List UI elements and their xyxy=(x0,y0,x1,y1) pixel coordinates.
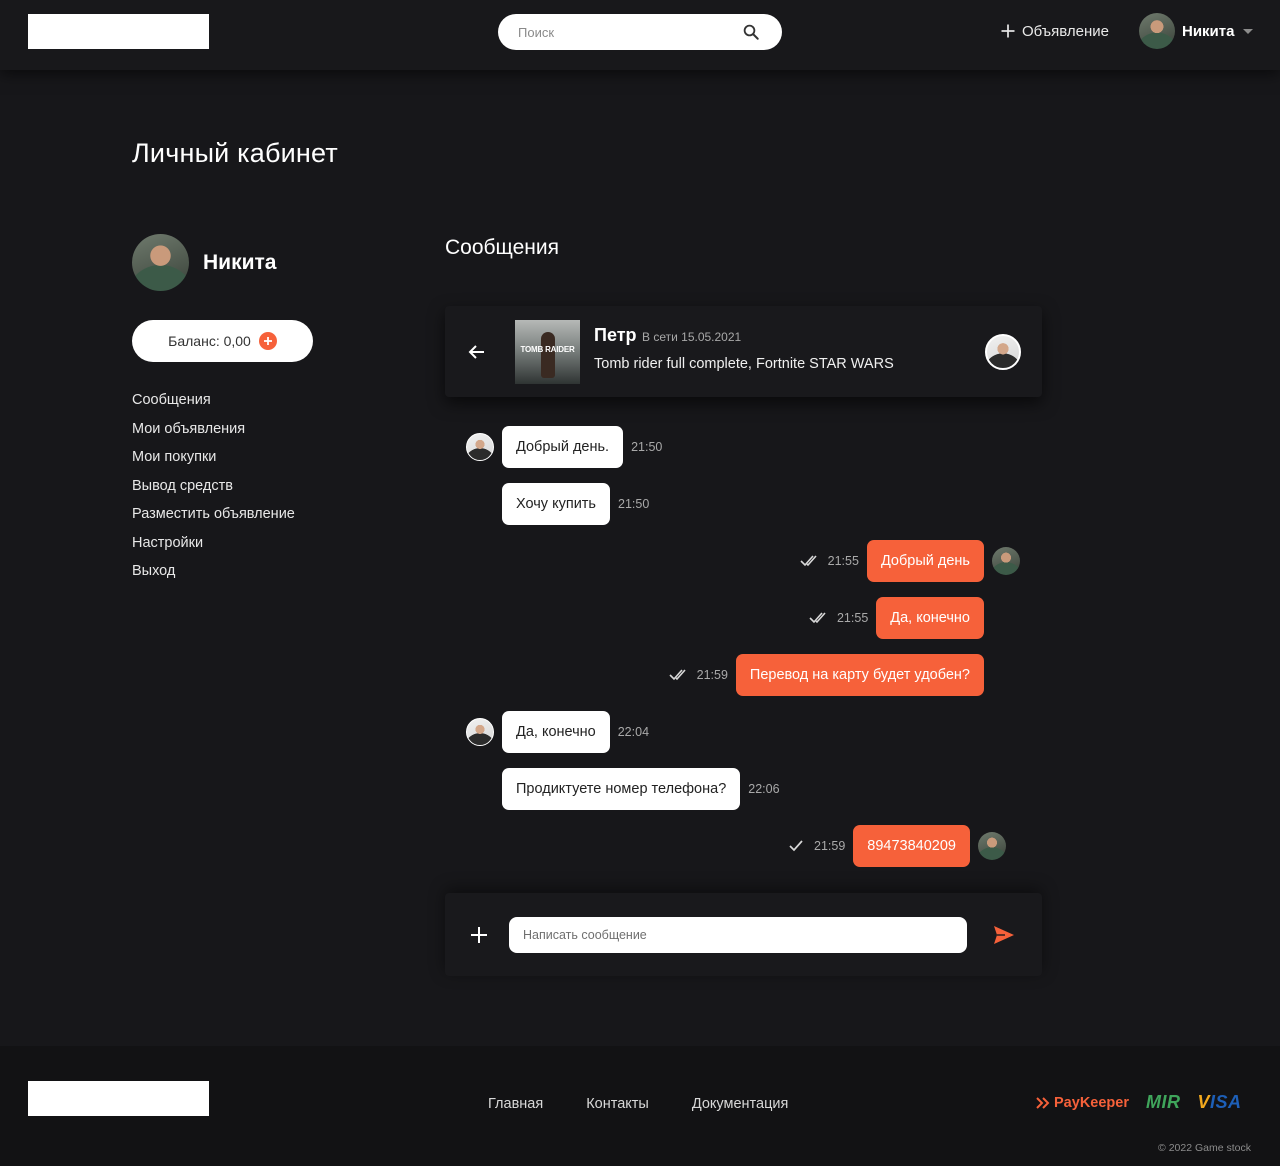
mir-logo: MIR xyxy=(1145,1092,1181,1112)
search-icon[interactable] xyxy=(742,23,760,41)
footer-link-docs[interactable]: Документация xyxy=(692,1096,788,1112)
message-composer xyxy=(445,893,1042,976)
new-ad-label: Объявление xyxy=(1022,22,1109,40)
message-bubble: 89473840209 xyxy=(853,825,970,867)
messages-section-title: Сообщения xyxy=(445,236,559,259)
visa-v: V xyxy=(1197,1092,1210,1112)
search-bar xyxy=(498,14,782,50)
sidebar-item-withdraw[interactable]: Вывод средств xyxy=(132,477,295,506)
visa-logo: VISA xyxy=(1197,1092,1241,1113)
payment-logos: Pay Keeper MIR VISA xyxy=(1036,1092,1242,1113)
footer-link-home[interactable]: Главная xyxy=(488,1096,543,1112)
footer-nav: Главная Контакты Документация xyxy=(488,1096,788,1112)
add-funds-button[interactable] xyxy=(258,332,277,350)
balance-label: Баланс: 0,00 xyxy=(168,333,251,349)
profile-block: Никита xyxy=(132,234,276,291)
site-logo[interactable] xyxy=(28,14,209,49)
sidebar-item-my-ads[interactable]: Мои объявления xyxy=(132,420,295,449)
message-bubble: Да, конечно xyxy=(502,711,610,753)
top-header: Объявление Никита xyxy=(0,0,1280,70)
peer-avatar xyxy=(466,433,494,461)
arrow-left-icon[interactable] xyxy=(467,342,487,362)
visa-isa: ISA xyxy=(1210,1092,1242,1112)
send-icon[interactable] xyxy=(993,925,1015,945)
double-check-icon xyxy=(809,612,826,624)
profile-name: Никита xyxy=(203,250,277,274)
paykeeper-logo: Pay Keeper xyxy=(1036,1095,1129,1111)
footer-link-contacts[interactable]: Контакты xyxy=(586,1096,649,1112)
message-bubble: Да, конечно xyxy=(876,597,984,639)
paykeeper-pay: Pay xyxy=(1054,1094,1080,1111)
message-time: 21:50 xyxy=(631,440,663,454)
game-cover-title: TOMB RAIDER xyxy=(520,345,575,354)
message-time: 21:59 xyxy=(696,668,728,682)
message-input[interactable] xyxy=(509,917,967,953)
message-bubble: Добрый день. xyxy=(502,426,624,468)
message-time: 21:55 xyxy=(827,554,859,568)
plus-icon xyxy=(263,337,272,345)
message-outgoing: 21:59 89473840209 xyxy=(786,825,1006,867)
sidebar-item-settings[interactable]: Настройки xyxy=(132,534,295,563)
plus-icon[interactable] xyxy=(469,925,489,945)
check-icon xyxy=(789,840,803,852)
message-time: 21:55 xyxy=(836,611,869,625)
message-incoming: Добрый день. 21:50 xyxy=(466,426,662,468)
message-time: 22:04 xyxy=(617,725,650,739)
sidebar-item-messages[interactable]: Сообщения xyxy=(132,391,295,420)
search-input[interactable] xyxy=(518,22,728,42)
sidebar-nav: Сообщения Мои объявления Мои покупки Выв… xyxy=(132,391,295,591)
message-bubble: Продиктуете номер телефона? xyxy=(502,768,741,810)
message-bubble: Перевод на карту будет удобен? xyxy=(735,654,984,696)
peer-avatar xyxy=(466,718,494,746)
chat-header: TOMB RAIDER Петр В сети 15.05.2021 Tomb … xyxy=(445,306,1042,397)
new-ad-button[interactable]: Объявление xyxy=(1000,18,1109,44)
chat-subject: Tomb rider full complete, Fortnite STAR … xyxy=(594,356,894,372)
site-logo[interactable] xyxy=(28,1081,209,1116)
paykeeper-keeper: Keeper xyxy=(1079,1094,1129,1111)
page-title: Личный кабинет xyxy=(132,138,338,168)
chevron-down-icon xyxy=(1243,28,1254,34)
sidebar-item-logout[interactable]: Выход xyxy=(132,562,295,591)
footer: Главная Контакты Документация Pay Keeper … xyxy=(0,1046,1280,1166)
double-check-icon xyxy=(669,669,686,681)
avatar xyxy=(1139,13,1175,49)
message-outgoing: 21:59 Перевод на карту будет удобен? xyxy=(669,654,984,696)
sidebar-item-my-purchases[interactable]: Мои покупки xyxy=(132,448,295,477)
double-chevron-icon xyxy=(1036,1096,1050,1109)
message-incoming: Продиктуете номер телефона? 22:06 xyxy=(502,768,780,810)
user-name: Никита xyxy=(1182,22,1235,40)
message-outgoing: 21:55 Добрый день xyxy=(800,540,1020,582)
message-time: 21:50 xyxy=(618,497,650,511)
message-bubble: Добрый день xyxy=(866,540,984,582)
message-outgoing: 21:55 Да, конечно xyxy=(809,597,984,639)
message-incoming: Да, конечно 22:04 xyxy=(466,711,649,753)
copyright: © 2022 Game stock xyxy=(1158,1142,1251,1154)
peer-avatar[interactable] xyxy=(985,334,1021,370)
plus-icon xyxy=(1001,24,1015,38)
game-thumbnail[interactable]: TOMB RAIDER xyxy=(515,320,580,384)
user-menu[interactable]: Никита xyxy=(1139,13,1254,49)
message-incoming: Хочу купить 21:50 xyxy=(502,483,649,525)
avatar xyxy=(992,547,1020,575)
peer-status: В сети 15.05.2021 xyxy=(642,330,742,344)
balance-pill: Баланс: 0,00 xyxy=(132,320,313,362)
message-bubble: Хочу купить xyxy=(502,483,610,525)
message-time: 22:06 xyxy=(748,782,780,796)
peer-name: Петр xyxy=(594,325,637,345)
double-check-icon xyxy=(800,555,817,567)
message-time: 21:59 xyxy=(814,839,846,853)
game-cover-figure xyxy=(541,332,555,378)
avatar xyxy=(978,832,1006,860)
avatar xyxy=(132,234,189,291)
sidebar-item-post-ad[interactable]: Разместить объявление xyxy=(132,505,295,534)
